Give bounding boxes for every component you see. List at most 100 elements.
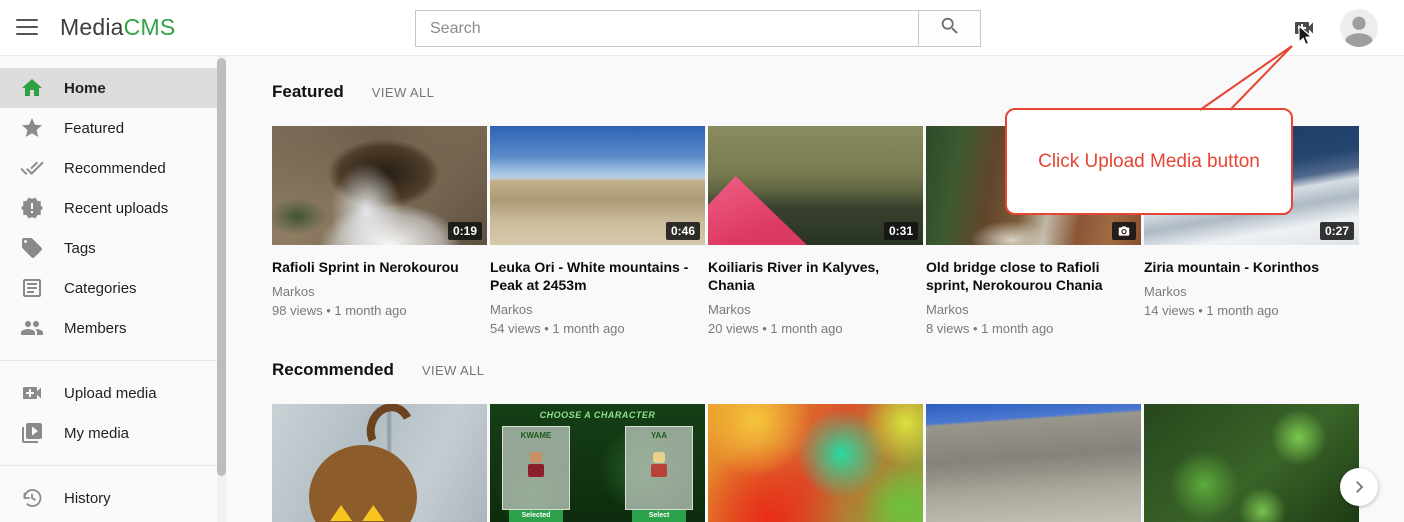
video-thumbnail[interactable]: CHOOSE A CHARACTER KWAME Selected YAA Se… bbox=[490, 404, 705, 522]
recommended-section-header: Recommended VIEW ALL bbox=[272, 360, 1404, 380]
sidebar-divider bbox=[0, 465, 218, 466]
video-library-icon bbox=[20, 421, 44, 445]
section-title: Featured bbox=[272, 82, 344, 102]
sidebar-item-recent-uploads[interactable]: Recent uploads bbox=[0, 188, 226, 228]
video-meta: 8 views • 1 month ago bbox=[926, 321, 1141, 336]
video-thumbnail[interactable]: 0:31 bbox=[708, 126, 923, 245]
annotation-callout: Click Upload Media button bbox=[1005, 108, 1293, 215]
video-thumbnail[interactable] bbox=[926, 404, 1141, 522]
video-author[interactable]: Markos bbox=[1144, 284, 1359, 299]
video-thumbnail[interactable] bbox=[272, 404, 487, 522]
video-card[interactable]: 0:19 Rafioli Sprint in Nerokourou Markos… bbox=[272, 126, 487, 336]
game-character-name: KWAME bbox=[503, 431, 569, 440]
sidebar-scrollbar-thumb[interactable] bbox=[217, 58, 226, 476]
carousel-next-button[interactable] bbox=[1340, 468, 1378, 506]
logo-cms: CMS bbox=[124, 14, 176, 40]
logo[interactable]: MediaCMS bbox=[60, 14, 175, 41]
categories-icon bbox=[20, 276, 44, 300]
video-meta: 98 views • 1 month ago bbox=[272, 303, 487, 318]
logo-media: Media bbox=[60, 14, 124, 40]
video-author[interactable]: Markos bbox=[926, 302, 1141, 317]
star-icon bbox=[20, 116, 44, 140]
video-title[interactable]: Old bridge close to Rafioli sprint, Nero… bbox=[926, 258, 1136, 294]
video-card[interactable] bbox=[708, 404, 923, 522]
video-meta: 20 views • 1 month ago bbox=[708, 321, 923, 336]
video-author[interactable]: Markos bbox=[490, 302, 705, 317]
chevron-right-icon bbox=[1350, 478, 1368, 496]
video-card[interactable] bbox=[926, 404, 1141, 522]
video-title[interactable]: Leuka Ori - White mountains - Peak at 24… bbox=[490, 258, 700, 294]
user-avatar[interactable] bbox=[1340, 9, 1378, 47]
video-thumbnail[interactable] bbox=[708, 404, 923, 522]
search-icon bbox=[939, 15, 961, 42]
photo-badge bbox=[1112, 222, 1136, 240]
sidebar-label: Home bbox=[64, 80, 106, 97]
new-releases-icon bbox=[20, 196, 44, 220]
sidebar-item-upload-media[interactable]: Upload media bbox=[0, 373, 226, 413]
section-title: Recommended bbox=[272, 360, 394, 380]
sidebar-label: My media bbox=[64, 425, 129, 442]
camera-icon bbox=[1116, 224, 1132, 238]
annotation-text: Click Upload Media button bbox=[1038, 151, 1260, 173]
game-button: Selected bbox=[509, 510, 563, 522]
sidebar-label: Members bbox=[64, 320, 127, 337]
featured-view-all-link[interactable]: VIEW ALL bbox=[372, 85, 434, 100]
search-button[interactable] bbox=[918, 10, 981, 47]
duration-badge: 0:27 bbox=[1320, 222, 1354, 240]
video-title[interactable]: Rafioli Sprint in Nerokourou bbox=[272, 258, 482, 276]
sidebar-label: Categories bbox=[64, 280, 137, 297]
done-all-icon bbox=[20, 156, 44, 180]
video-title[interactable]: Ziria mountain - Korinthos bbox=[1144, 258, 1354, 276]
video-card[interactable]: 0:31 Koiliaris River in Kalyves, Chania … bbox=[708, 126, 923, 336]
sidebar: Home Featured Recommended Recent uploads… bbox=[0, 56, 226, 522]
video-card[interactable]: CHOOSE A CHARACTER KWAME Selected YAA Se… bbox=[490, 404, 705, 522]
mouse-cursor bbox=[1296, 25, 1316, 47]
thumbnail-art bbox=[708, 176, 807, 245]
video-call-icon bbox=[20, 381, 44, 405]
video-author[interactable]: Markos bbox=[272, 284, 487, 299]
duration-badge: 0:46 bbox=[666, 222, 700, 240]
duration-badge: 0:19 bbox=[448, 222, 482, 240]
home-icon bbox=[20, 76, 44, 100]
sidebar-item-tags[interactable]: Tags bbox=[0, 228, 226, 268]
sidebar-item-history[interactable]: History bbox=[0, 478, 226, 518]
search-input[interactable] bbox=[415, 10, 918, 47]
video-meta: 54 views • 1 month ago bbox=[490, 321, 705, 336]
video-card[interactable]: 0:46 Leuka Ori - White mountains - Peak … bbox=[490, 126, 705, 336]
sidebar-label: Recent uploads bbox=[64, 200, 168, 217]
members-icon bbox=[20, 316, 44, 340]
video-card[interactable] bbox=[272, 404, 487, 522]
recommended-video-row: CHOOSE A CHARACTER KWAME Selected YAA Se… bbox=[272, 404, 1404, 522]
thumbnail-art: KWAME Selected bbox=[502, 426, 570, 510]
video-author[interactable]: Markos bbox=[708, 302, 923, 317]
sidebar-label: History bbox=[64, 490, 111, 507]
video-thumbnail[interactable] bbox=[1144, 404, 1359, 522]
video-card[interactable] bbox=[1144, 404, 1359, 522]
sidebar-label: Tags bbox=[64, 240, 96, 257]
mediacms-app: MediaCMS Home Featured bbox=[0, 0, 1404, 522]
duration-badge: 0:31 bbox=[884, 222, 918, 240]
sidebar-item-members[interactable]: Members bbox=[0, 308, 226, 348]
sidebar-item-recommended[interactable]: Recommended bbox=[0, 148, 226, 188]
sidebar-label: Recommended bbox=[64, 160, 166, 177]
video-thumbnail[interactable]: 0:46 bbox=[490, 126, 705, 245]
top-bar: MediaCMS bbox=[0, 0, 1404, 56]
sidebar-item-home[interactable]: Home bbox=[0, 68, 226, 108]
sidebar-item-categories[interactable]: Categories bbox=[0, 268, 226, 308]
video-title[interactable]: Koiliaris River in Kalyves, Chania bbox=[708, 258, 918, 294]
game-character-name: YAA bbox=[626, 431, 692, 440]
sidebar-divider bbox=[0, 360, 218, 361]
video-meta: 14 views • 1 month ago bbox=[1144, 303, 1359, 318]
tag-icon bbox=[20, 236, 44, 260]
game-thumb-heading: CHOOSE A CHARACTER bbox=[490, 410, 705, 420]
sidebar-scrollbar[interactable] bbox=[217, 56, 226, 522]
menu-icon[interactable] bbox=[16, 19, 38, 37]
person-icon bbox=[1340, 9, 1378, 47]
search-bar bbox=[415, 10, 981, 47]
history-icon bbox=[20, 486, 44, 510]
sidebar-item-featured[interactable]: Featured bbox=[0, 108, 226, 148]
annotation-pointer bbox=[1195, 42, 1305, 112]
recommended-view-all-link[interactable]: VIEW ALL bbox=[422, 363, 484, 378]
video-thumbnail[interactable]: 0:19 bbox=[272, 126, 487, 245]
sidebar-item-my-media[interactable]: My media bbox=[0, 413, 226, 453]
